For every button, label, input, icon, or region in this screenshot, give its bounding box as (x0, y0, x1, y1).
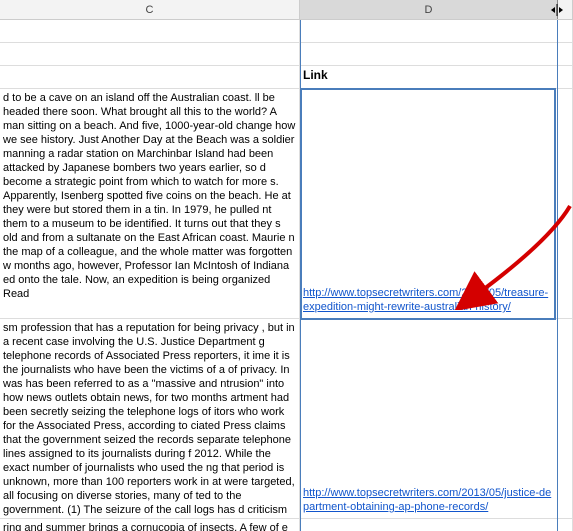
column-header-d[interactable]: D (300, 0, 558, 19)
cell-link[interactable]: http://www.topsecretwriters.com/2013/05/… (300, 89, 558, 318)
cell-link[interactable] (300, 519, 558, 531)
table-row: ring and summer brings a cornucopia of i… (0, 519, 573, 531)
cell[interactable] (0, 43, 300, 65)
cell[interactable] (558, 66, 573, 88)
table-row (0, 20, 573, 43)
cell[interactable] (558, 519, 573, 531)
spreadsheet-viewport: C D Link d (0, 0, 573, 531)
cell[interactable] (0, 66, 300, 88)
cell-body[interactable]: ring and summer brings a cornucopia of i… (0, 519, 300, 531)
cell-body[interactable]: d to be a cave on an island off the Aust… (0, 89, 300, 318)
cell[interactable] (300, 43, 558, 65)
column-header-row: C D (0, 0, 573, 20)
grid-body: Link d to be a cave on an island off the… (0, 20, 573, 531)
column-header-d-label: D (425, 4, 433, 16)
column-header-c[interactable]: C (0, 0, 300, 19)
cell[interactable] (558, 43, 573, 65)
table-row (0, 43, 573, 66)
table-row: d to be a cave on an island off the Aust… (0, 89, 573, 319)
table-row: Link (0, 66, 573, 89)
cell-link[interactable]: http://www.topsecretwriters.com/2013/05/… (300, 319, 558, 518)
article-link[interactable]: http://www.topsecretwriters.com/2013/05/… (303, 487, 551, 513)
cell-body[interactable]: sm profession that has a reputation for … (0, 319, 300, 518)
cell[interactable] (558, 89, 573, 318)
cell-link-header[interactable]: Link (300, 66, 558, 88)
column-header-e[interactable] (558, 0, 573, 19)
cell[interactable] (558, 20, 573, 42)
article-link[interactable]: http://www.topsecretwriters.com/2013/05/… (303, 287, 548, 313)
link-column-label: Link (303, 68, 328, 82)
cell[interactable] (558, 319, 573, 518)
table-row: sm profession that has a reputation for … (0, 319, 573, 519)
cell[interactable] (0, 20, 300, 42)
cell[interactable] (300, 20, 558, 42)
